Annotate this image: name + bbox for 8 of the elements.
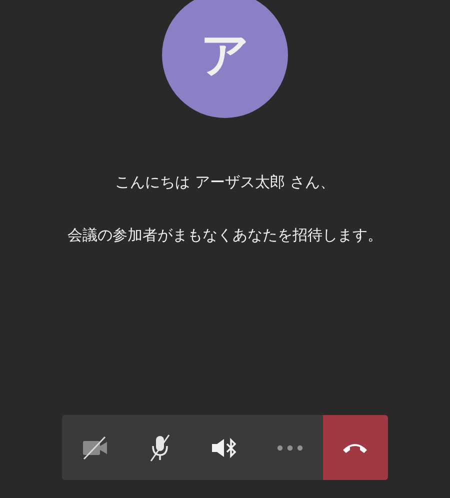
speaker-bluetooth-icon (211, 436, 239, 458)
more-icon (277, 444, 304, 450)
avatar: ア (162, 0, 288, 118)
camera-off-icon (80, 436, 109, 460)
message-text: 会議の参加者がまもなくあなたを招待します。 (68, 226, 382, 245)
hang-up-icon (342, 442, 368, 454)
hang-up-button[interactable] (322, 415, 388, 480)
greeting-text: こんにちは アーザス太郎 さん、 (115, 173, 335, 192)
